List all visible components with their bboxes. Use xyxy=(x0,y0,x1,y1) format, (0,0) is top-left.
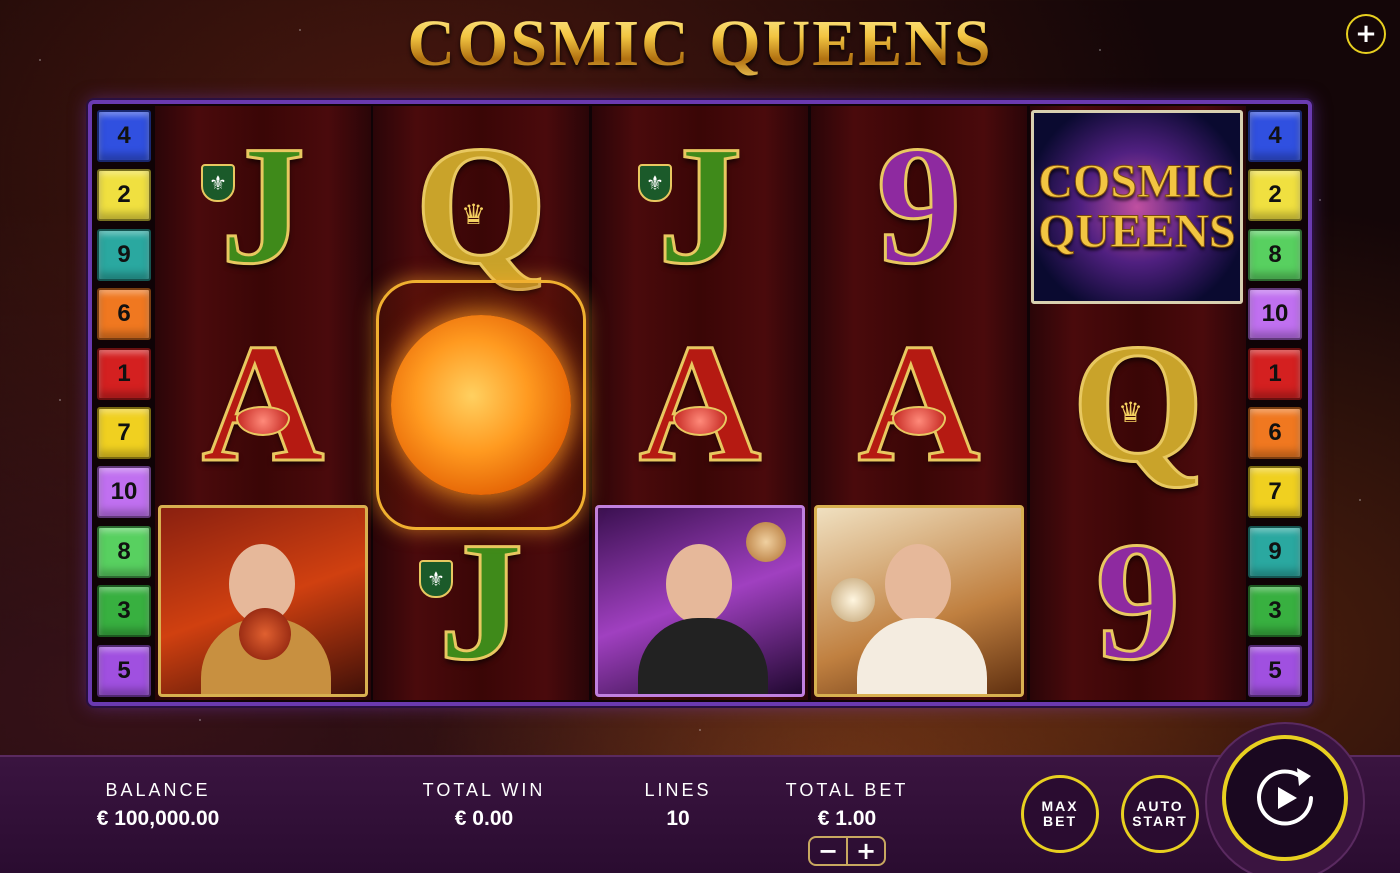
symbol-letter: J xyxy=(656,111,744,299)
bet-stepper: − + xyxy=(808,836,886,866)
balance-value: € 100,000.00 xyxy=(96,807,220,830)
balance-label: BALANCE xyxy=(105,780,211,800)
symbol-A: A xyxy=(592,304,808,502)
total-bet-value: € 1.00 xyxy=(817,807,877,830)
max-bet-label-line2: BET xyxy=(1043,813,1077,829)
spin-icon xyxy=(1257,768,1313,826)
symbol-Q: Q ♛ xyxy=(373,106,589,304)
fleur-de-lis-icon: ⚜ xyxy=(638,164,672,202)
reel-4: 9 A xyxy=(811,106,1027,700)
mars-orb-icon xyxy=(239,608,291,660)
symbol-J: J ⚜ xyxy=(155,106,371,304)
fleur-de-lis-icon: ⚜ xyxy=(201,164,235,202)
symbol-queen-portrait-red xyxy=(155,502,371,700)
menu-plus-button[interactable]: + xyxy=(1346,14,1386,54)
payline-indicators-left: 4 2 9 6 1 7 10 8 3 5 xyxy=(97,110,151,704)
total-win-display: TOTAL WIN € 0.00 xyxy=(404,780,564,831)
symbol-A: A xyxy=(811,304,1027,502)
symbol-9: 9 xyxy=(811,106,1027,304)
symbol-queen-portrait-gold xyxy=(811,502,1027,700)
payline-indicator-7[interactable]: 7 xyxy=(1248,466,1302,519)
crown-icon: ♛ xyxy=(1118,396,1144,429)
lines-value: 10 xyxy=(666,807,690,830)
payline-indicator-2[interactable]: 2 xyxy=(1248,169,1302,222)
payline-indicator-10[interactable]: 10 xyxy=(97,466,151,519)
reel-3: J ⚜ A xyxy=(592,106,808,700)
payline-indicator-10[interactable]: 10 xyxy=(1248,288,1302,341)
total-bet-display: TOTAL BET € 1.00 xyxy=(767,780,927,831)
max-bet-label-line1: MAX xyxy=(1041,797,1079,814)
saturn-queen-portrait xyxy=(595,505,805,697)
queen-dress xyxy=(638,618,768,694)
payline-indicator-8[interactable]: 8 xyxy=(97,525,151,578)
payline-indicator-8[interactable]: 8 xyxy=(1248,228,1302,281)
symbol-letter: A xyxy=(200,309,326,497)
total-win-label: TOTAL WIN xyxy=(422,780,546,800)
balance-display: BALANCE € 100,000.00 xyxy=(78,780,238,831)
total-bet-label: TOTAL BET xyxy=(785,780,909,800)
scatter-line-2: QUEENS xyxy=(1038,205,1236,258)
symbol-letter: 9 xyxy=(1094,507,1182,695)
moon-queen-portrait xyxy=(814,505,1024,697)
moon-orb-icon xyxy=(831,578,875,622)
warrior-queen-portrait xyxy=(158,505,368,697)
scatter-logo-symbol: COSMIC QUEENS xyxy=(1031,110,1243,304)
fleur-de-lis-icon: ⚜ xyxy=(419,560,453,598)
reel-1: J ⚜ A xyxy=(155,106,371,700)
payline-indicator-3[interactable]: 3 xyxy=(1248,585,1302,638)
decrease-bet-button[interactable]: − xyxy=(810,838,848,864)
symbol-J: J ⚜ xyxy=(373,502,589,700)
symbol-Q: Q ♛ xyxy=(1030,304,1246,502)
payline-indicator-5[interactable]: 5 xyxy=(97,644,151,697)
symbol-letter: A xyxy=(856,309,982,497)
total-win-value: € 0.00 xyxy=(454,807,514,830)
symbol-A: A xyxy=(155,304,371,502)
sun-icon xyxy=(391,315,571,495)
symbol-queen-portrait-purple xyxy=(592,502,808,700)
lines-display: LINES 10 xyxy=(618,780,738,831)
queen-face xyxy=(666,544,732,624)
auto-start-button[interactable]: AUTO START xyxy=(1121,775,1199,853)
symbol-J: J ⚜ xyxy=(592,106,808,304)
increase-bet-button[interactable]: + xyxy=(848,838,884,864)
scatter-line-1: COSMIC xyxy=(1038,154,1236,208)
saturn-planet-icon xyxy=(746,522,786,562)
queen-dress xyxy=(857,618,987,694)
game-title: COSMIC QUEENS xyxy=(0,6,1400,82)
payline-indicator-1[interactable]: 1 xyxy=(1248,347,1302,400)
symbol-letter: A xyxy=(637,309,763,497)
payline-indicator-7[interactable]: 7 xyxy=(97,406,151,459)
symbol-letter: J xyxy=(437,507,525,695)
crown-icon: ♛ xyxy=(461,198,487,231)
payline-indicator-6[interactable]: 6 xyxy=(97,288,151,341)
auto-start-label-line1: AUTO xyxy=(1136,797,1184,814)
payline-indicator-2[interactable]: 2 xyxy=(97,169,151,222)
payline-indicator-1[interactable]: 1 xyxy=(97,347,151,400)
symbol-letter: J xyxy=(219,111,307,299)
sun-wild-symbol xyxy=(376,280,586,530)
payline-indicators-right: 4 2 8 10 1 6 7 9 3 5 xyxy=(1248,110,1302,704)
queen-face xyxy=(885,544,951,624)
payline-indicator-4[interactable]: 4 xyxy=(1248,110,1302,162)
symbol-letter: 9 xyxy=(875,111,963,299)
payline-indicator-5[interactable]: 5 xyxy=(1248,644,1302,697)
max-bet-button[interactable]: MAX BET xyxy=(1021,775,1099,853)
lines-label: LINES xyxy=(644,780,712,800)
payline-indicator-6[interactable]: 6 xyxy=(1248,406,1302,459)
spin-button[interactable] xyxy=(1222,735,1348,861)
payline-indicator-3[interactable]: 3 xyxy=(97,585,151,638)
payline-indicator-4[interactable]: 4 xyxy=(97,110,151,162)
auto-start-label-line2: START xyxy=(1132,813,1188,829)
symbol-9: 9 xyxy=(1030,502,1246,700)
payline-indicator-9[interactable]: 9 xyxy=(1248,525,1302,578)
payline-indicator-9[interactable]: 9 xyxy=(97,228,151,281)
